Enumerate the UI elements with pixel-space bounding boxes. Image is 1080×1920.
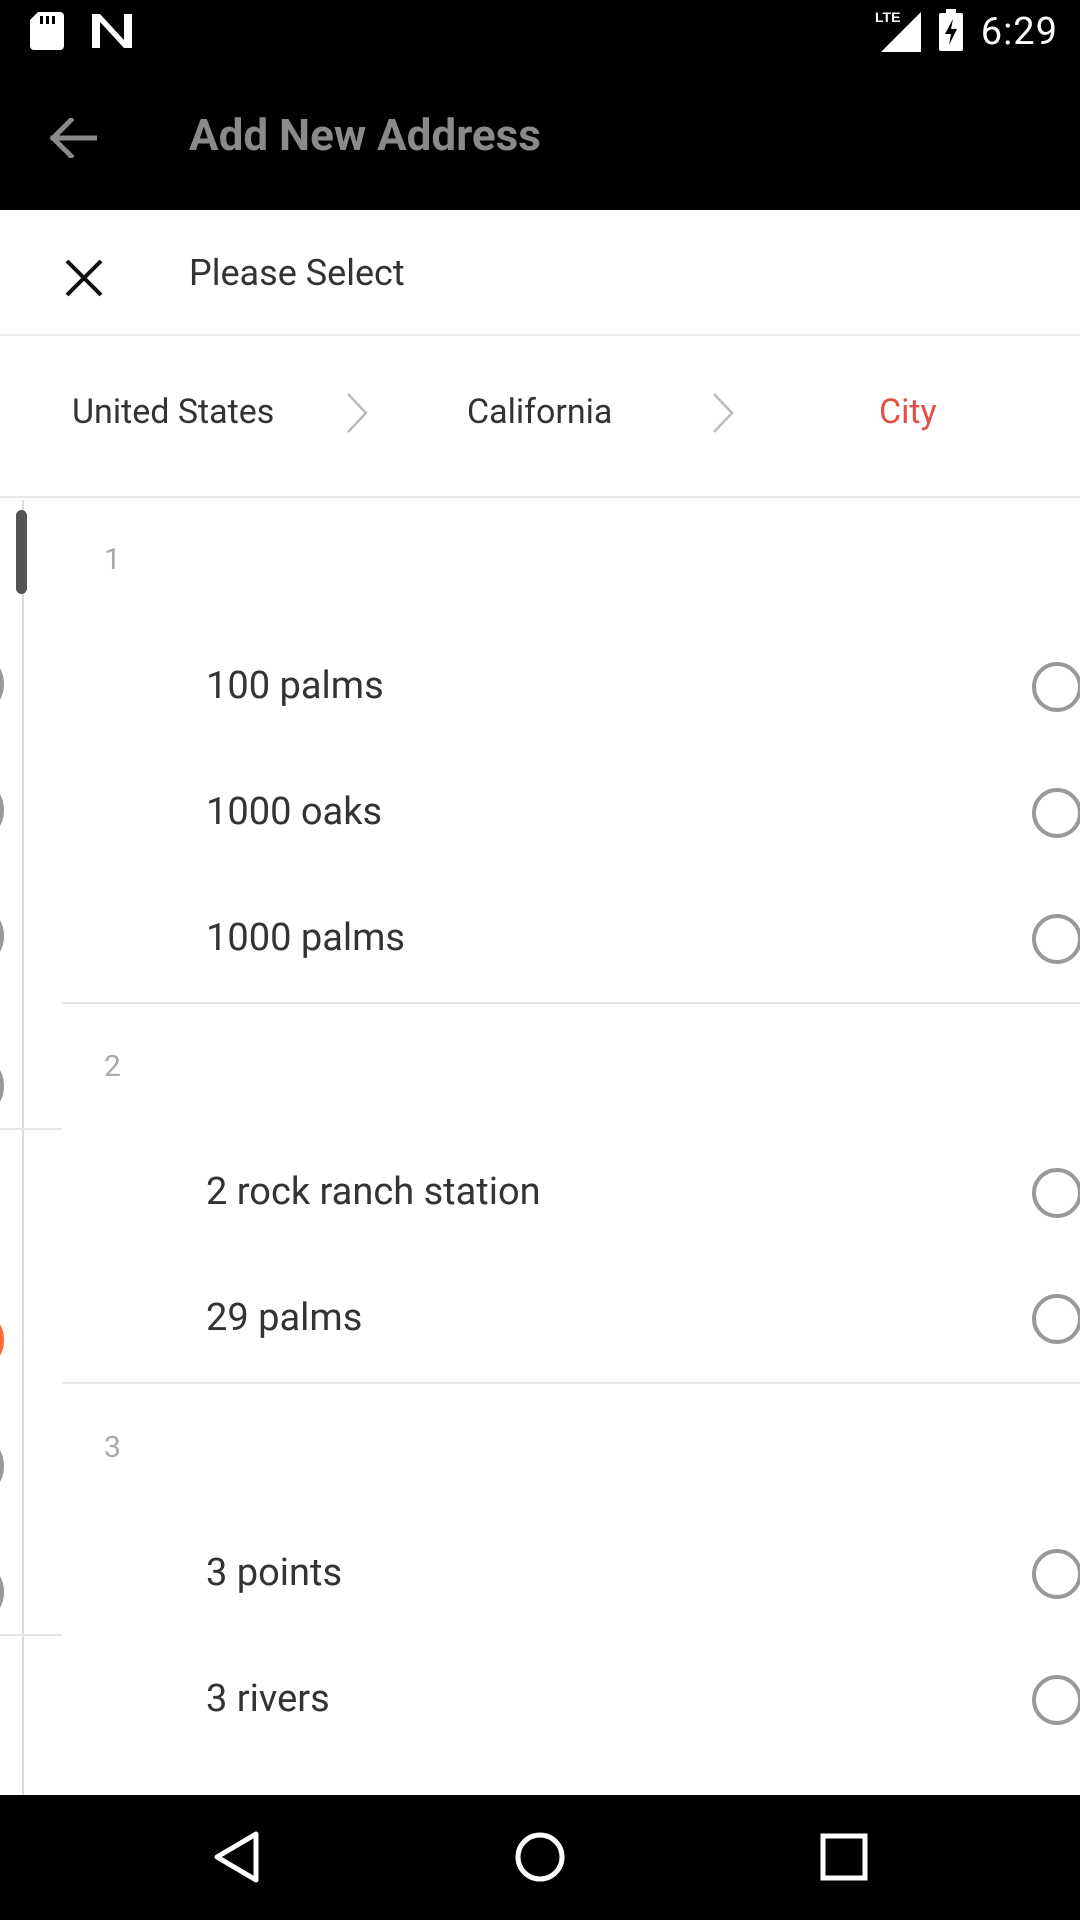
list-item[interactable]: 3 points	[62, 1511, 1080, 1637]
edge-line-vertical	[22, 500, 24, 1795]
address-select-sheet: Please Select United States California C…	[0, 210, 1080, 1795]
list-item[interactable]: 1000 oaks	[62, 750, 1080, 876]
nav-home-button[interactable]	[510, 1827, 570, 1887]
edge-radio-selected	[0, 1318, 4, 1362]
chevron-right-icon	[713, 393, 734, 433]
breadcrumb-country[interactable]: United States	[72, 392, 274, 432]
radio-button[interactable]	[1032, 1549, 1080, 1599]
section-label: 2	[104, 1049, 121, 1084]
sheet-header: Please Select	[0, 210, 1080, 336]
breadcrumb-city[interactable]: City	[879, 392, 937, 432]
sd-card-icon	[30, 12, 64, 54]
close-button[interactable]	[58, 252, 110, 304]
page-title: Add New Address	[189, 109, 541, 161]
list-item[interactable]: 1000 palms	[62, 876, 1080, 1002]
nav-back-button[interactable]	[206, 1827, 266, 1887]
edge-radio	[0, 662, 4, 706]
nav-recents-button[interactable]	[814, 1827, 874, 1887]
edge-divider	[0, 1128, 62, 1130]
app-bar: Add New Address	[0, 63, 1080, 210]
screen: LTE 6:29 Add New Address Please Select U…	[0, 0, 1080, 1920]
edge-radio	[0, 1064, 4, 1108]
status-bar: LTE 6:29	[0, 0, 1080, 63]
city-name: 3 points	[206, 1551, 343, 1595]
edge-radio	[0, 1444, 4, 1488]
radio-button[interactable]	[1032, 1168, 1080, 1218]
circle-home-icon	[515, 1832, 565, 1882]
edge-radio	[0, 788, 4, 832]
city-name: 29 palms	[206, 1296, 363, 1340]
arrow-left-icon	[49, 118, 97, 158]
edge-radio	[0, 914, 4, 958]
section-label: 1	[104, 542, 121, 577]
city-name: 1000 palms	[206, 916, 406, 960]
list-item[interactable]: 100 palms	[62, 624, 1080, 750]
list-item[interactable]: 3 rivers	[62, 1637, 1080, 1763]
sheet-title: Please Select	[189, 252, 405, 294]
battery-charging-icon	[938, 9, 963, 55]
svg-text:LTE: LTE	[875, 9, 900, 25]
radio-button[interactable]	[1032, 788, 1080, 838]
lte-signal-icon: LTE	[875, 8, 921, 56]
system-navigation-bar	[0, 1795, 1080, 1920]
n-notification-icon	[92, 14, 132, 52]
clock: 6:29	[980, 10, 1058, 54]
triangle-back-icon	[214, 1831, 259, 1883]
city-name: 1000 oaks	[206, 790, 383, 834]
breadcrumb: United States California City	[0, 338, 1080, 498]
city-name: 2 rock ranch station	[206, 1170, 541, 1214]
edge-divider	[0, 1634, 62, 1636]
edge-radio	[0, 1570, 4, 1614]
square-recents-icon	[820, 1833, 868, 1881]
radio-button[interactable]	[1032, 662, 1080, 712]
chevron-right-icon	[347, 393, 368, 433]
radio-button[interactable]	[1032, 1675, 1080, 1725]
radio-button[interactable]	[1032, 1294, 1080, 1344]
list-item[interactable]: 29 palms	[62, 1256, 1080, 1382]
section-divider	[62, 1382, 1080, 1384]
radio-button[interactable]	[1032, 914, 1080, 964]
scrollbar-thumb[interactable]	[16, 510, 27, 594]
city-name: 100 palms	[206, 664, 384, 708]
close-icon	[65, 259, 103, 297]
breadcrumb-state[interactable]: California	[467, 392, 612, 432]
section-label: 3	[104, 1430, 121, 1465]
back-button[interactable]	[40, 105, 106, 171]
section-divider	[62, 1002, 1080, 1004]
city-name: 3 rivers	[206, 1677, 330, 1721]
list-item[interactable]: 2 rock ranch station	[62, 1130, 1080, 1256]
